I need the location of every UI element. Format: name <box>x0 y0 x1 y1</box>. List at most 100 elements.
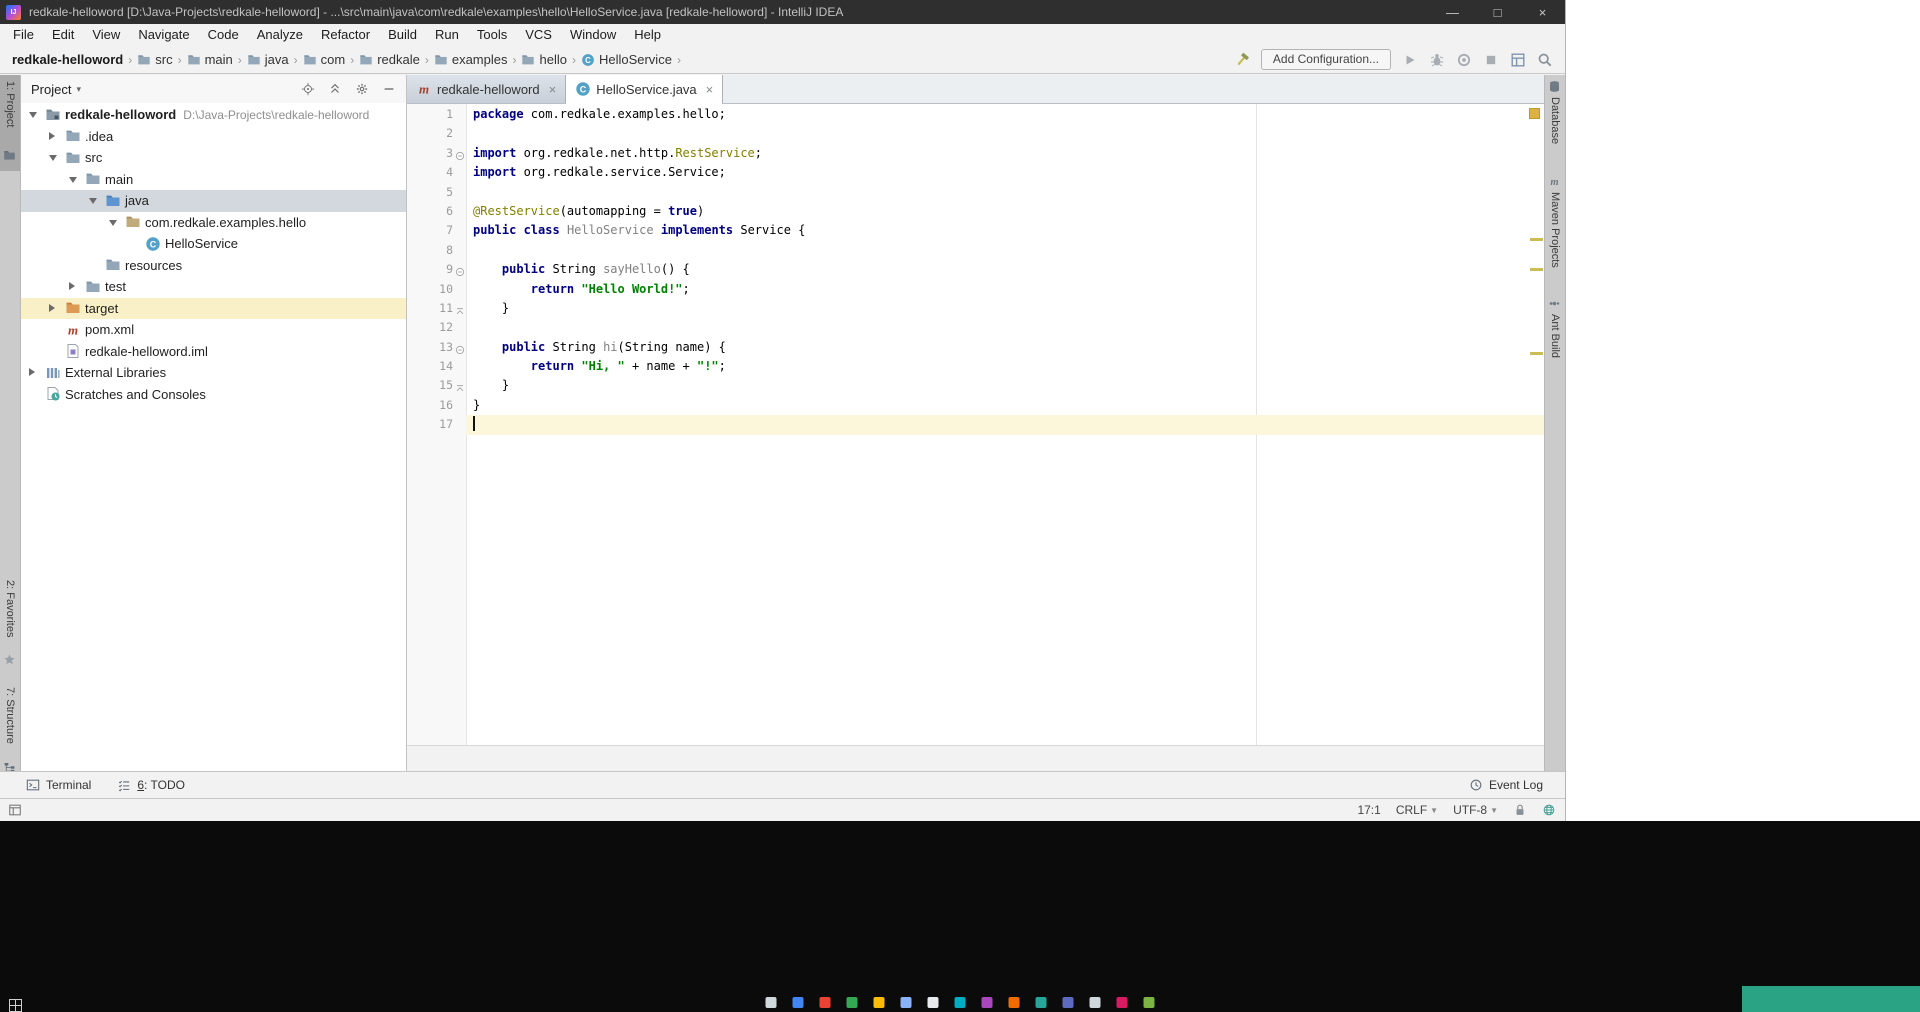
search-icon[interactable] <box>1537 52 1553 68</box>
toolwindow-switcher-icon[interactable] <box>8 803 22 817</box>
warning-stripe-mark[interactable] <box>1530 238 1543 241</box>
tree-row-redkale-helloword[interactable]: redkale-hellowordD:\Java-Projects\redkal… <box>21 104 406 126</box>
tool-grid-icon[interactable] <box>1510 52 1526 68</box>
breadcrumb-item-redkale[interactable]: redkale <box>359 52 420 67</box>
code-line-7[interactable]: 7public class HelloService implements Se… <box>407 221 1544 240</box>
tool-button-ant-build[interactable]: Ant Build <box>1549 314 1561 358</box>
chevron-collapsed-icon[interactable] <box>29 368 35 376</box>
taskbar-app-icon[interactable] <box>982 997 993 1008</box>
code-line-16[interactable]: 16} <box>407 396 1544 415</box>
breadcrumb-item-examples[interactable]: examples <box>434 52 508 67</box>
code-line-1[interactable]: 1package com.redkale.examples.hello; <box>407 105 1544 124</box>
chevron-collapsed-icon[interactable] <box>49 132 55 140</box>
code-line-9[interactable]: 9 public String sayHello() { <box>407 260 1544 279</box>
chevron-collapsed-icon[interactable] <box>49 304 55 312</box>
breadcrumb-item-main[interactable]: main <box>187 52 233 67</box>
taskbar-app-icon[interactable] <box>1036 997 1047 1008</box>
editor-area[interactable]: mredkale-helloword×CHelloService.java× 1… <box>407 75 1544 771</box>
project-view-selector[interactable]: Project <box>31 82 71 97</box>
taskbar-app-icon[interactable] <box>820 997 831 1008</box>
menu-file[interactable]: File <box>4 24 43 46</box>
code-line-10[interactable]: 10 return "Hello World!"; <box>407 280 1544 299</box>
taskbar-app-icon[interactable] <box>793 997 804 1008</box>
menu-code[interactable]: Code <box>199 24 248 46</box>
chevron-expanded-icon[interactable] <box>109 220 117 226</box>
menu-build[interactable]: Build <box>379 24 426 46</box>
warning-stripe-mark[interactable] <box>1530 268 1543 271</box>
tree-row-redkale-helloword-iml[interactable]: redkale-helloword.iml <box>21 341 406 363</box>
breadcrumb-item-redkale-helloword[interactable]: redkale-helloword <box>12 52 123 67</box>
coverage-icon[interactable] <box>1456 52 1472 68</box>
code-line-14[interactable]: 14 return "Hi, " + name + "!"; <box>407 357 1544 376</box>
line-separator-widget[interactable]: CRLF ▼ <box>1396 803 1438 817</box>
build-hammer-icon[interactable] <box>1234 52 1250 68</box>
taskbar-app-icon[interactable] <box>847 997 858 1008</box>
menu-run[interactable]: Run <box>426 24 468 46</box>
tree-row-external-libraries[interactable]: External Libraries <box>21 362 406 384</box>
tool-button-event-log[interactable]: Event Log <box>1469 778 1543 792</box>
locate-icon[interactable] <box>301 82 315 96</box>
maximize-button[interactable]: □ <box>1475 0 1520 24</box>
menu-navigate[interactable]: Navigate <box>129 24 198 46</box>
close-icon[interactable]: × <box>706 82 714 97</box>
stop-icon[interactable] <box>1483 52 1499 68</box>
globe-icon[interactable] <box>1542 803 1556 817</box>
tool-button-terminal[interactable]: Terminal <box>26 778 91 792</box>
breadcrumb-item-com[interactable]: com <box>303 52 346 67</box>
code-line-5[interactable]: 5 <box>407 183 1544 202</box>
lock-icon[interactable] <box>1513 803 1527 817</box>
taskbar-app-icon[interactable] <box>928 997 939 1008</box>
taskbar-app-icon[interactable] <box>766 997 777 1008</box>
taskbar-app-icon[interactable] <box>874 997 885 1008</box>
debug-icon[interactable] <box>1429 52 1445 68</box>
editor-tab-helloservice-java[interactable]: CHelloService.java× <box>566 75 723 103</box>
tree-row-test[interactable]: test <box>21 276 406 298</box>
chevron-expanded-icon[interactable] <box>29 112 37 118</box>
settings-icon[interactable] <box>355 82 369 96</box>
tree-row-com-redkale-examples-hello[interactable]: com.redkale.examples.hello <box>21 212 406 234</box>
tree-row-src[interactable]: src <box>21 147 406 169</box>
tool-button-maven-projects[interactable]: Maven Projects <box>1549 192 1561 268</box>
tool-button--favorites[interactable]: 2: Favorites <box>4 580 16 637</box>
menu-vcs[interactable]: VCS <box>516 24 561 46</box>
menu-view[interactable]: View <box>83 24 129 46</box>
taskbar-app-icon[interactable] <box>1009 997 1020 1008</box>
tree-row-helloservice[interactable]: CHelloService <box>21 233 406 255</box>
hide-icon[interactable] <box>382 82 396 96</box>
code-line-12[interactable]: 12 <box>407 318 1544 337</box>
code-line-6[interactable]: 6@RestService(automapping = true) <box>407 202 1544 221</box>
chevron-expanded-icon[interactable] <box>89 198 97 204</box>
chevron-expanded-icon[interactable] <box>49 155 57 161</box>
code-line-17[interactable]: 17 <box>407 415 1544 434</box>
menu-tools[interactable]: Tools <box>468 24 516 46</box>
tree-row-java[interactable]: java <box>21 190 406 212</box>
tree-row-scratches-and-consoles[interactable]: Scratches and Consoles <box>21 384 406 406</box>
code-line-4[interactable]: 4import org.redkale.service.Service; <box>407 163 1544 182</box>
code-line-11[interactable]: 11 } <box>407 299 1544 318</box>
breadcrumb-item-helloservice[interactable]: CHelloService <box>581 52 672 67</box>
taskbar-app-icon[interactable] <box>1117 997 1128 1008</box>
code-line-3[interactable]: 3import org.redkale.net.http.RestService… <box>407 144 1544 163</box>
tree-row--idea[interactable]: .idea <box>21 126 406 148</box>
encoding-widget[interactable]: UTF-8 ▼ <box>1453 803 1498 817</box>
menu-help[interactable]: Help <box>625 24 670 46</box>
add-configuration-button[interactable]: Add Configuration... <box>1261 49 1391 70</box>
menu-analyze[interactable]: Analyze <box>248 24 312 46</box>
breadcrumb-item-src[interactable]: src <box>137 52 172 67</box>
menu-edit[interactable]: Edit <box>43 24 83 46</box>
taskbar-app-icon[interactable] <box>1063 997 1074 1008</box>
tree-row-resources[interactable]: resources <box>21 255 406 277</box>
code-line-13[interactable]: 13 public String hi(String name) { <box>407 338 1544 357</box>
taskbar-app-icon[interactable] <box>1144 997 1155 1008</box>
code-line-15[interactable]: 15 } <box>407 376 1544 395</box>
tool-button--project[interactable]: 1: Project <box>4 81 16 127</box>
taskbar-widget[interactable] <box>1742 986 1920 1012</box>
code-line-8[interactable]: 8 <box>407 241 1544 260</box>
code-line-2[interactable]: 2 <box>407 124 1544 143</box>
editor-tab-redkale-helloword[interactable]: mredkale-helloword× <box>407 75 566 103</box>
run-icon[interactable] <box>1402 52 1418 68</box>
menu-window[interactable]: Window <box>561 24 625 46</box>
tree-row-main[interactable]: main <box>21 169 406 191</box>
inspection-status-icon[interactable] <box>1529 108 1540 119</box>
chevron-expanded-icon[interactable] <box>69 177 77 183</box>
